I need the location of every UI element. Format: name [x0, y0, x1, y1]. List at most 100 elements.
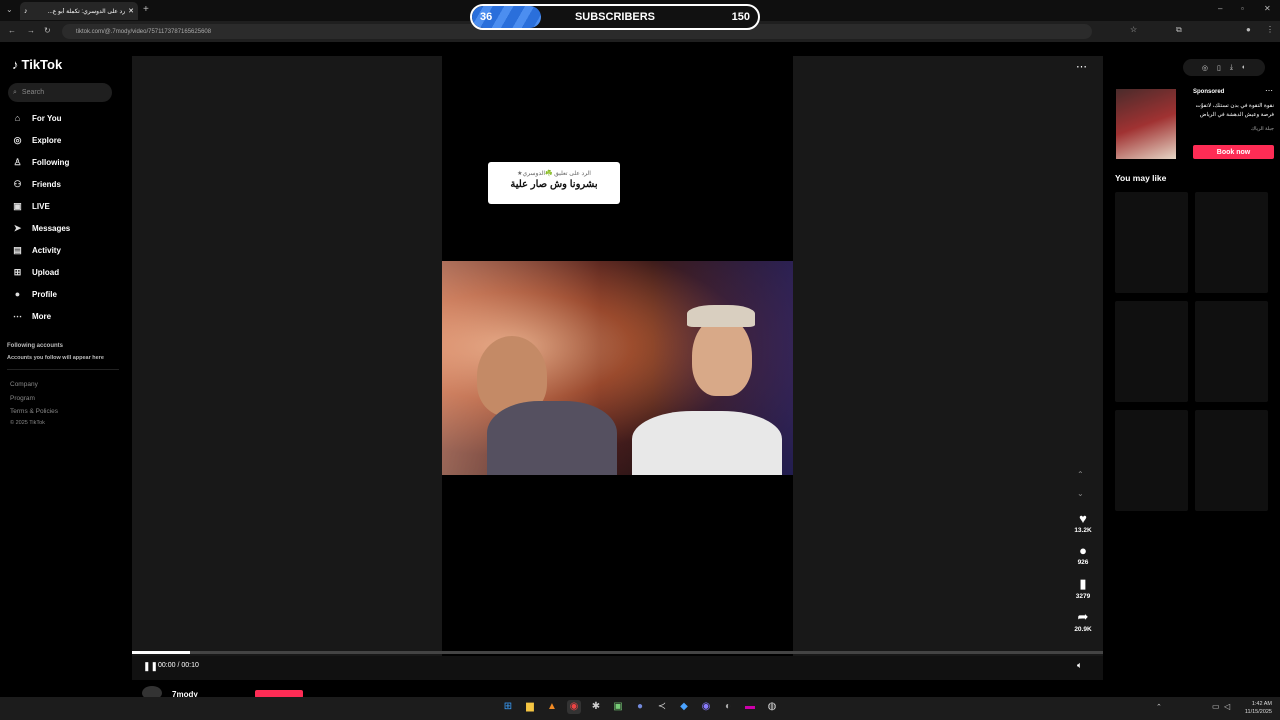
suggestion-card[interactable]: [1115, 301, 1188, 402]
compass-icon: ◎: [13, 134, 22, 145]
suggestion-card[interactable]: [1115, 192, 1188, 293]
minimize-icon[interactable]: –: [1218, 4, 1222, 13]
browser-tab[interactable]: ♪ رد على الدوسري: تكملة أبو ع... ✕: [20, 2, 138, 20]
heart-icon: ♥: [1079, 511, 1087, 526]
tray-chevron-icon[interactable]: ⌃: [1156, 703, 1162, 711]
user-icon: ♙: [13, 156, 22, 167]
sidebar-item-following[interactable]: ♙ Following: [12, 154, 122, 170]
suggestion-card[interactable]: [1195, 301, 1268, 402]
sidebar-item-live[interactable]: ▣ LIVE: [12, 198, 122, 214]
avatar-icon: ●: [14, 289, 21, 299]
caption-reply-line: الرد على تعليق ☘️الدوسري★: [517, 171, 591, 177]
video-time: 00:00 / 00:10: [158, 662, 199, 669]
app-icon[interactable]: ▲: [545, 700, 559, 714]
clock-time: 1:42 AM: [1251, 701, 1272, 707]
app-icon[interactable]: ◉: [699, 700, 713, 714]
share-button[interactable]: ➦ 20.9K: [1074, 609, 1092, 633]
bookmark-star-icon[interactable]: ☆: [1130, 25, 1137, 34]
discord-icon[interactable]: ●: [633, 700, 647, 714]
sidebar-item-label: Explore: [32, 135, 62, 145]
ad-advertiser: جبلة الرياك: [1250, 126, 1274, 132]
steam-icon[interactable]: ◆: [677, 700, 691, 714]
theme-icon[interactable]: ◐: [1242, 64, 1246, 71]
extensions-icon[interactable]: ⧉: [1176, 25, 1182, 35]
app-icon[interactable]: ▣: [611, 700, 625, 714]
rider-cap: [687, 305, 755, 327]
speaker-icon[interactable]: ◁: [1224, 702, 1230, 711]
pause-icon[interactable]: ❚❚: [143, 661, 158, 672]
profile-icon[interactable]: ●: [1246, 25, 1251, 34]
bookmark-icon: ▮: [1079, 576, 1087, 591]
comment-icon: ●: [1079, 543, 1087, 558]
following-accounts-sub: Accounts you follow will appear here: [7, 355, 104, 361]
inbox-icon: ▤: [13, 244, 22, 255]
app-icon[interactable]: ✱: [589, 700, 603, 714]
chrome-icon[interactable]: ◉: [567, 700, 581, 714]
reply-caption-bubble: الرد على تعليق ☘️الدوسري★ بشرونا وش صار …: [488, 162, 620, 204]
footer-company[interactable]: Company: [10, 381, 38, 388]
forward-icon[interactable]: →: [27, 26, 35, 35]
sidebar-item-upload[interactable]: ⊞ Upload: [12, 264, 122, 280]
video-progress-bar[interactable]: [132, 651, 1103, 654]
video-progress-fill: [132, 651, 191, 654]
compass-tool-icon[interactable]: ◎: [1202, 64, 1208, 72]
save-count: 3279: [1075, 593, 1091, 600]
app-icon[interactable]: ▬: [743, 700, 757, 714]
previous-video-icon[interactable]: ⌃: [1077, 470, 1084, 479]
suggestion-card[interactable]: [1195, 192, 1268, 293]
ad-options-icon[interactable]: ⋯: [1265, 86, 1273, 95]
sidebar-item-label: Profile: [32, 289, 57, 299]
comment-button[interactable]: ● 926: [1074, 543, 1092, 566]
new-tab-button[interactable]: +: [143, 4, 149, 15]
footer-program[interactable]: Program: [10, 395, 35, 402]
book-now-button[interactable]: Book now: [1193, 145, 1274, 159]
share-icon: ➦: [1077, 609, 1089, 624]
app-icon[interactable]: ◐: [721, 700, 735, 714]
suggestion-card[interactable]: [1115, 410, 1188, 511]
like-count: 13.2K: [1074, 527, 1092, 534]
suggestion-card[interactable]: [1195, 410, 1268, 511]
tab-menu-icon[interactable]: ⌄: [6, 5, 13, 14]
app-icon[interactable]: ◍: [765, 700, 779, 714]
window-close-icon[interactable]: ✕: [1264, 4, 1271, 13]
clock[interactable]: 1:42 AM 11/15/2025: [1236, 700, 1272, 716]
sidebar-item-profile[interactable]: ● Profile: [12, 286, 122, 302]
following-accounts-title: Following accounts: [7, 343, 64, 349]
live-icon: ▣: [13, 200, 22, 211]
footer-terms[interactable]: Terms & Policies: [10, 408, 58, 415]
maximize-icon[interactable]: ▫: [1241, 4, 1244, 13]
tiktok-logo[interactable]: ♪ TikTok: [12, 57, 62, 72]
sidebar-item-for-you[interactable]: ⌂ For You: [12, 110, 122, 126]
url-text: tiktok.com/@.7mody/video/757117378716562…: [76, 28, 212, 35]
sidebar-item-messages[interactable]: ➤ Messages: [12, 220, 122, 236]
reload-icon[interactable]: ↻: [44, 26, 51, 35]
save-button[interactable]: ▮ 3279: [1074, 576, 1092, 600]
sidebar-item-activity[interactable]: ▤ Activity: [12, 242, 122, 258]
like-button[interactable]: ♥ 13.2K: [1074, 511, 1092, 534]
device-icon[interactable]: ▯: [1217, 64, 1221, 72]
sidebar-item-explore[interactable]: ◎ Explore: [12, 132, 122, 148]
search-input[interactable]: ⌕ Search: [8, 83, 112, 102]
sponsored-thumbnail[interactable]: [1116, 89, 1176, 159]
download-icon[interactable]: ⤓: [1230, 64, 1233, 72]
network-icon[interactable]: ▭: [1212, 702, 1220, 711]
windows-start-icon[interactable]: ⊞: [501, 700, 515, 714]
sidebar-item-friends[interactable]: ⚇ Friends: [12, 176, 122, 192]
sidebar-item-label: More: [32, 311, 52, 321]
plus-icon: ⊞: [13, 266, 22, 277]
browser-menu-icon[interactable]: ⋮: [1266, 25, 1274, 34]
more-options-icon[interactable]: ⋯: [1076, 60, 1087, 73]
next-video-icon[interactable]: ⌄: [1077, 489, 1084, 498]
caption-comment-line: بشرونا وش صار علية: [510, 179, 598, 190]
sidebar-item-label: Following: [32, 157, 70, 167]
player-tools: ◎ ▯ ⤓ ◐: [1183, 59, 1265, 76]
app-icon[interactable]: ≺: [655, 700, 669, 714]
clock-date: 11/15/2025: [1244, 709, 1272, 715]
back-icon[interactable]: ←: [8, 26, 16, 35]
sidebar-item-more[interactable]: ⋯ More: [12, 308, 122, 324]
tab-close-icon[interactable]: ✕: [128, 7, 134, 15]
volume-icon[interactable]: 🔈︎: [1077, 660, 1082, 671]
sidebar-item-label: Activity: [32, 245, 61, 255]
file-explorer-icon[interactable]: ▆: [523, 700, 537, 714]
rider-right: [692, 316, 752, 396]
